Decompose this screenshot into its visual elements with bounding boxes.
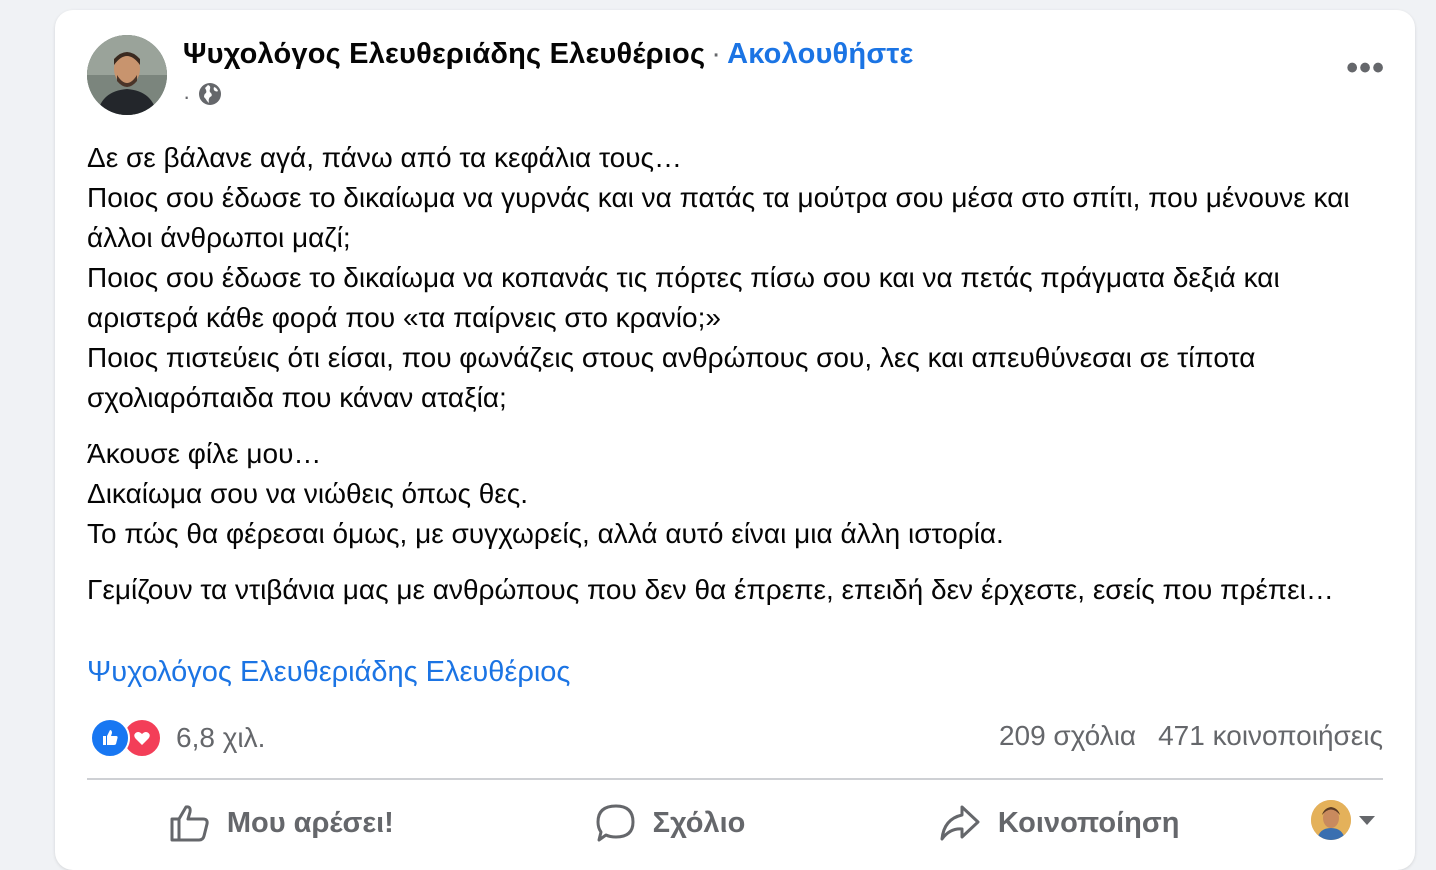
paragraph: Δε σε βάλανε αγά, πάνω από τα κεφάλια το… xyxy=(87,138,1397,418)
shares-count[interactable]: 471 κοινοποιήσεις xyxy=(1158,720,1383,751)
post-text: Δε σε βάλανε αγά, πάνω από τα κεφάλια το… xyxy=(87,138,1397,626)
author-tag-link[interactable]: Ψυχολόγος Ελευθεριάδης Ελευθέριος xyxy=(87,656,570,689)
text-line: Άκουσε φίλε μου… xyxy=(87,438,322,469)
thumbs-up-icon xyxy=(170,805,209,842)
comment-label: Σχόλιο xyxy=(652,806,746,839)
post-card: Ψυχολόγος Ελευθεριάδης Ελευθέριος · Ακολου… xyxy=(55,10,1415,870)
user-avatar xyxy=(1311,800,1351,840)
reaction-identity-selector[interactable] xyxy=(1311,800,1375,840)
text-line: Δε σε βάλανε αγά, πάνω από τα κεφάλια το… xyxy=(87,142,683,173)
share-icon xyxy=(940,805,980,841)
post-header-line: Ψυχολόγος Ελευθεριάδης Ελευθέριος · Ακολου… xyxy=(183,38,914,71)
more-options-icon[interactable]: ••• xyxy=(1346,51,1385,85)
text-line: Δικαίωμα σου να νιώθεις όπως θες. xyxy=(87,478,529,509)
paragraph: Άκουσε φίλε μου… Δικαίωμα σου να νιώθεις… xyxy=(87,434,1397,554)
follow-button[interactable]: Ακολουθήστε xyxy=(727,38,913,70)
meta-separator: · xyxy=(183,84,191,109)
header-separator: · xyxy=(711,38,722,70)
post-meta: · xyxy=(183,82,222,112)
paragraph: Γεμίζουν τα ντιβάνια μας με ανθρώπους πο… xyxy=(87,570,1397,610)
author-name[interactable]: Ψυχολόγος Ελευθεριάδης Ελευθέριος xyxy=(183,38,705,70)
action-bar: Μου αρέσει! Σχόλιο Κοινοποίηση xyxy=(87,790,1383,856)
reactions-count: 6,8 χιλ. xyxy=(176,722,266,753)
comments-count[interactable]: 209 σχόλια xyxy=(999,720,1136,751)
comment-button[interactable]: Σχόλιο xyxy=(476,790,865,856)
share-label: Κοινοποίηση xyxy=(997,806,1180,839)
engagement-counts: 209 σχόλια 471 κοινοποιήσεις xyxy=(999,720,1383,752)
share-button[interactable]: Κοινοποίηση xyxy=(864,790,1253,856)
like-label: Μου αρέσει! xyxy=(226,806,394,839)
like-icon xyxy=(90,718,130,758)
chevron-down-icon xyxy=(1359,815,1375,825)
reactions-summary[interactable]: 6,8 χιλ. xyxy=(90,718,265,758)
author-avatar[interactable] xyxy=(87,35,167,115)
divider xyxy=(87,778,1383,780)
like-button[interactable]: Μου αρέσει! xyxy=(87,790,476,856)
comment-icon xyxy=(596,804,635,842)
text-line: Ποιος σου έδωσε το δικαίωμα να κοπανάς τ… xyxy=(87,262,1280,333)
globe-icon[interactable] xyxy=(198,82,222,112)
text-line: Ποιος πιστεύεις ότι είσαι, που φωνάζεις … xyxy=(87,342,1256,413)
text-line: Γεμίζουν τα ντιβάνια μας με ανθρώπους πο… xyxy=(87,574,1334,605)
text-line: Το πώς θα φέρεσαι όμως, με συγχωρείς, αλ… xyxy=(87,518,1004,549)
text-line: Ποιος σου έδωσε το δικαίωμα να γυρνάς κα… xyxy=(87,182,1350,253)
